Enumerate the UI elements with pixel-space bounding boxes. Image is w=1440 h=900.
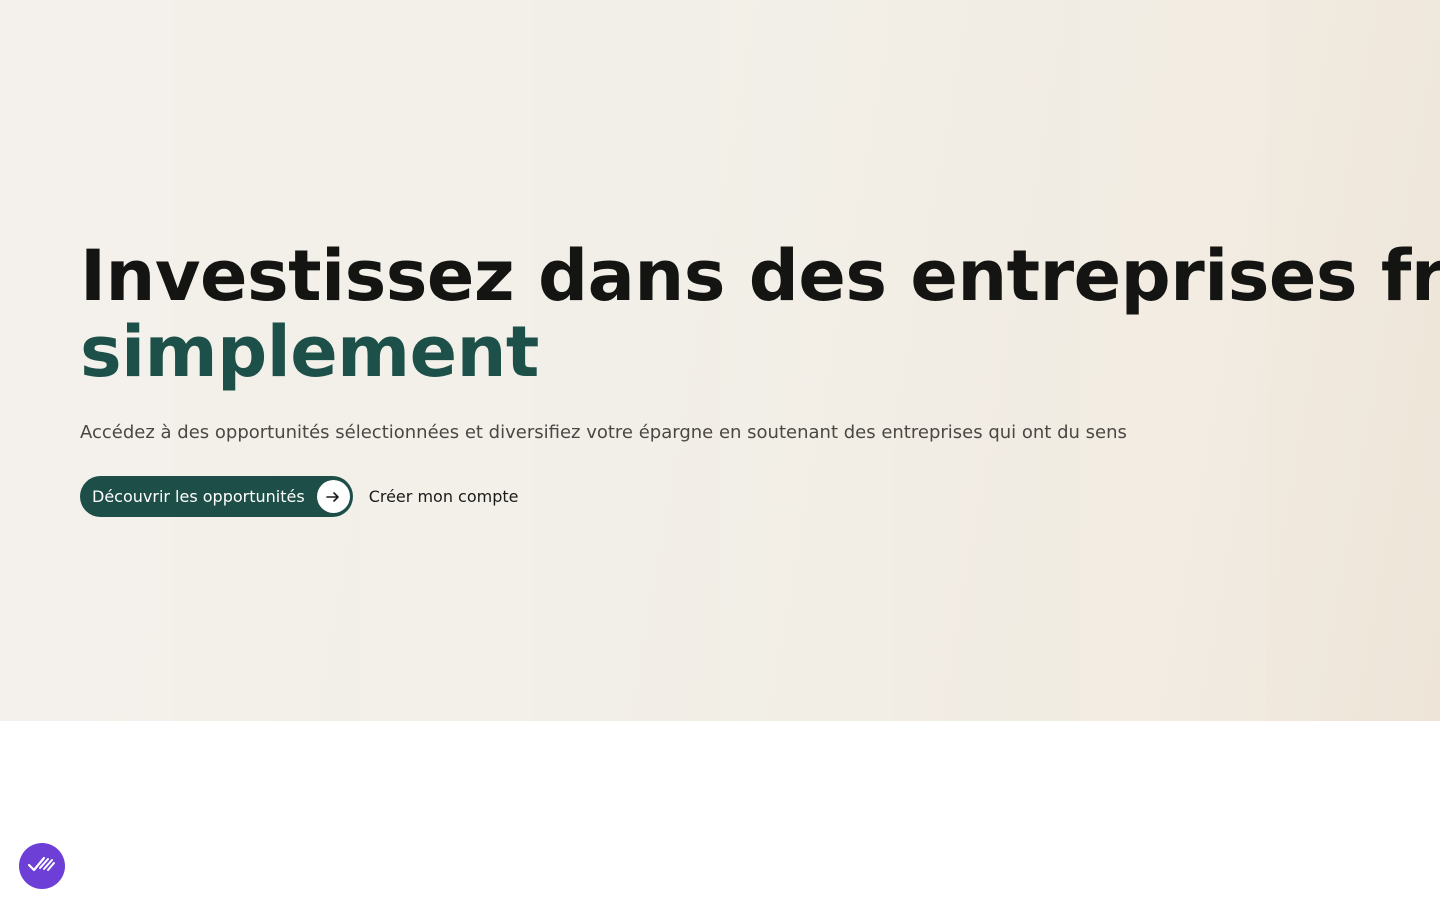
hero-headline: Investissez dans des entreprises fra sim… [80, 238, 1440, 390]
hero-subtitle: Accédez à des opportunités sélectionnées… [80, 422, 1127, 443]
double-check-icon [27, 853, 57, 879]
hero-content: Investissez dans des entreprises fra sim… [80, 238, 1440, 517]
create-account-link[interactable]: Créer mon compte [369, 487, 519, 506]
floating-action-button[interactable] [19, 843, 65, 889]
arrow-right-icon [316, 480, 350, 513]
hero-section: Investissez dans des entreprises fra sim… [0, 0, 1440, 721]
hero-headline-accent: simplement [80, 311, 539, 393]
discover-opportunities-label: Découvrir les opportunités [92, 487, 305, 506]
hero-headline-text: Investissez dans des entreprises fra [80, 235, 1440, 317]
cta-row: Découvrir les opportunités Créer mon com… [80, 476, 1440, 517]
discover-opportunities-button[interactable]: Découvrir les opportunités [80, 476, 353, 517]
